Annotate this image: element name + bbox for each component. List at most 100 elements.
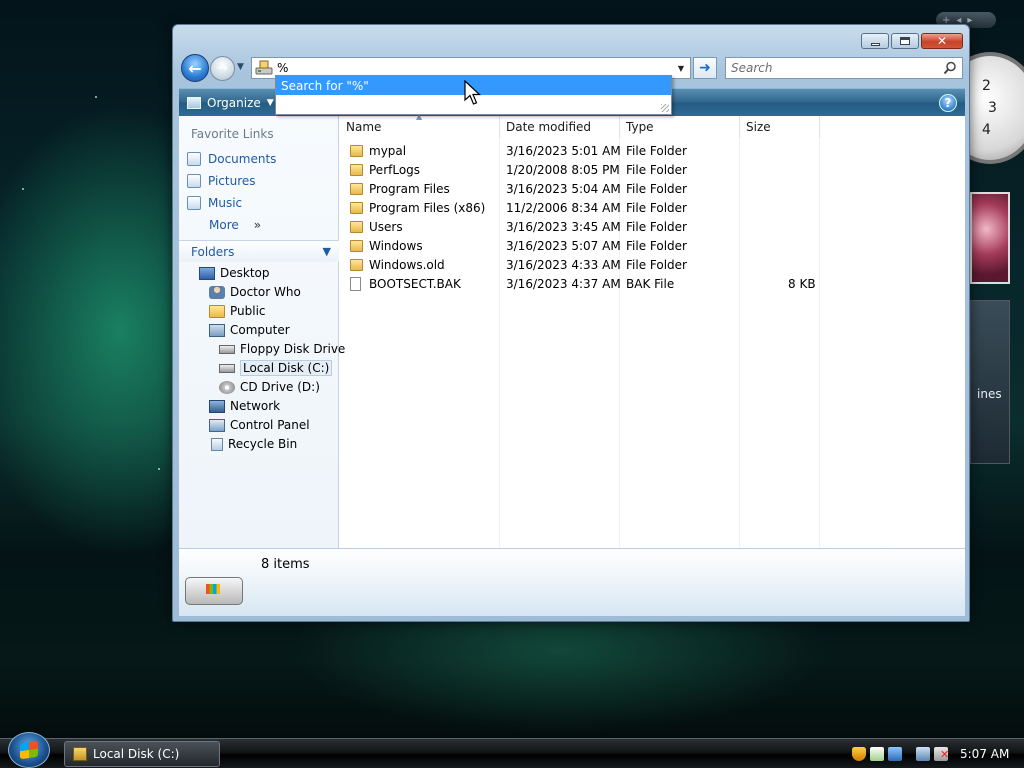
folder-icon [209,304,225,318]
column-header-name[interactable]: ▲ Name [340,112,500,138]
arrow-right-icon: → [217,61,228,76]
table-row[interactable]: mypal 3/16/2023 5:01 AM File Folder [340,141,965,160]
clock-number: 2 [982,78,991,94]
tree-item-doctor-who[interactable]: Doctor Who [209,283,301,301]
table-row[interactable]: Windows.old 3/16/2023 4:33 AM File Folde… [340,255,965,274]
display-tray-icon[interactable] [916,747,930,761]
size-cell: 8 KB [788,276,816,291]
go-button[interactable]: ➜ [693,57,717,79]
star [158,468,160,470]
folders-header[interactable]: Folders ▼ [179,240,339,262]
star [22,188,24,190]
tree-item-recycle-bin[interactable]: Recycle Bin [211,435,297,453]
music-icon [187,196,201,210]
table-row[interactable]: Program Files (x86) 11/2/2006 8:34 AM Fi… [340,198,965,217]
date-modified-cell: 3/16/2023 4:37 AM [506,276,621,291]
user-folder-icon [209,285,225,299]
type-cell: File Folder [626,200,687,215]
file-name-cell: mypal [350,141,406,160]
tree-item-desktop[interactable]: Desktop [199,264,270,282]
favorite-link-music[interactable]: Music [187,193,242,213]
go-arrow-icon: ➜ [699,60,711,76]
hard-drive-icon [255,60,273,76]
tree-item-control-panel[interactable]: Control Panel [209,416,310,434]
folder-icon [350,163,363,176]
hard-drive-icon [73,747,87,761]
file-name-cell: Windows [350,236,423,255]
tree-item-local-disk-c[interactable]: Local Disk (C:) [219,359,333,377]
cd-drive-icon [219,380,235,394]
feed-headlines-gadget[interactable]: ines [970,300,1010,464]
file-name-cell: Program Files [350,179,450,198]
file-name: Program Files (x86) [369,200,486,215]
taskbar-button-local-disk[interactable]: Local Disk (C:) [64,741,220,767]
next-gadget-icon[interactable]: ▸ [967,15,972,26]
shield-icon[interactable] [852,747,866,761]
folder-icon [350,220,363,233]
search-input[interactable] [731,61,939,75]
tree-item-floppy-disk-drive[interactable]: Floppy Disk Drive [219,340,345,358]
favorite-link-more[interactable]: More » [209,215,261,235]
tree-item-label: Floppy Disk Drive [240,342,346,356]
file-icon [350,276,361,291]
tree-item-public[interactable]: Public [209,302,266,320]
address-history-dropdown[interactable]: ▼ [673,58,689,78]
resize-grip[interactable] [661,104,669,112]
column-header-date-modified[interactable]: Date modified [500,116,620,138]
table-row[interactable]: Windows 3/16/2023 5:07 AM File Folder [340,236,965,255]
chevron-down-icon: ▼ [322,245,331,258]
taskbar-clock[interactable]: 5:07 AM [960,747,1009,761]
file-name: Windows [369,238,423,253]
recent-pages-dropdown[interactable]: ▼ [237,62,244,72]
table-row[interactable]: Users 3/16/2023 3:45 AM File Folder [340,217,965,236]
type-cell: File Folder [626,257,687,272]
table-row[interactable]: BOOTSECT.BAK 3/16/2023 4:37 AM BAK File … [340,274,965,293]
column-header-size[interactable]: Size [740,116,820,138]
tree-item-cd-drive-d[interactable]: CD Drive (D:) [219,378,320,396]
search-icon[interactable] [943,61,957,75]
forward-button[interactable]: → [210,56,235,81]
tree-item-computer[interactable]: Computer [209,321,290,339]
search-box[interactable] [725,57,963,79]
caption-buttons: ✕ [861,33,963,49]
file-list: ▲ Name Date modified Type Size mypal 3/1… [340,112,965,548]
file-name-cell: Windows.old [350,255,445,274]
tree-item-label: Public [230,304,266,318]
maximize-button[interactable] [891,33,919,49]
favorite-link-documents[interactable]: Documents [187,149,276,169]
date-modified-cell: 3/16/2023 4:33 AM [506,257,621,272]
close-icon: ✕ [936,34,948,48]
tree-item-network[interactable]: Network [209,397,280,415]
content-area: Favorite Links Documents Pictures Music … [179,112,965,548]
help-button[interactable]: ? [939,94,957,112]
floppy-drive-icon [219,344,235,354]
security-center-icon[interactable] [870,747,884,761]
type-cell: File Folder [626,238,687,253]
back-button[interactable]: ← [181,54,209,82]
close-button[interactable]: ✕ [921,33,963,49]
hard-drive-icon [185,577,243,605]
organize-label: Organize [207,96,261,110]
column-header-type[interactable]: Type [620,116,740,138]
minimize-button[interactable] [861,33,889,49]
start-button[interactable] [8,732,50,768]
table-row[interactable]: Program Files 3/16/2023 5:04 AM File Fol… [340,179,965,198]
help-icon: ? [944,96,952,110]
file-name-cell: BOOTSECT.BAK [350,274,461,293]
chevron-down-icon: ▼ [266,98,274,108]
favorite-link-label: More [209,218,239,232]
network-tray-icon[interactable] [888,747,902,761]
column-header-label: Date modified [506,120,592,134]
volume-muted-icon[interactable]: ✕ [934,747,949,761]
table-row[interactable]: PerfLogs 1/20/2008 8:05 PM File Folder [340,160,965,179]
type-cell: File Folder [626,143,687,158]
favorite-link-pictures[interactable]: Pictures [187,171,256,191]
type-cell: File Folder [626,162,687,177]
folder-icon [350,144,363,157]
date-modified-cell: 3/16/2023 3:45 AM [506,219,621,234]
organize-button[interactable]: Organize ▼ [187,93,274,113]
desktop-icon [199,266,215,280]
slideshow-gadget[interactable] [970,192,1010,284]
favorite-link-label: Pictures [208,174,256,188]
file-name: Windows.old [369,257,445,272]
